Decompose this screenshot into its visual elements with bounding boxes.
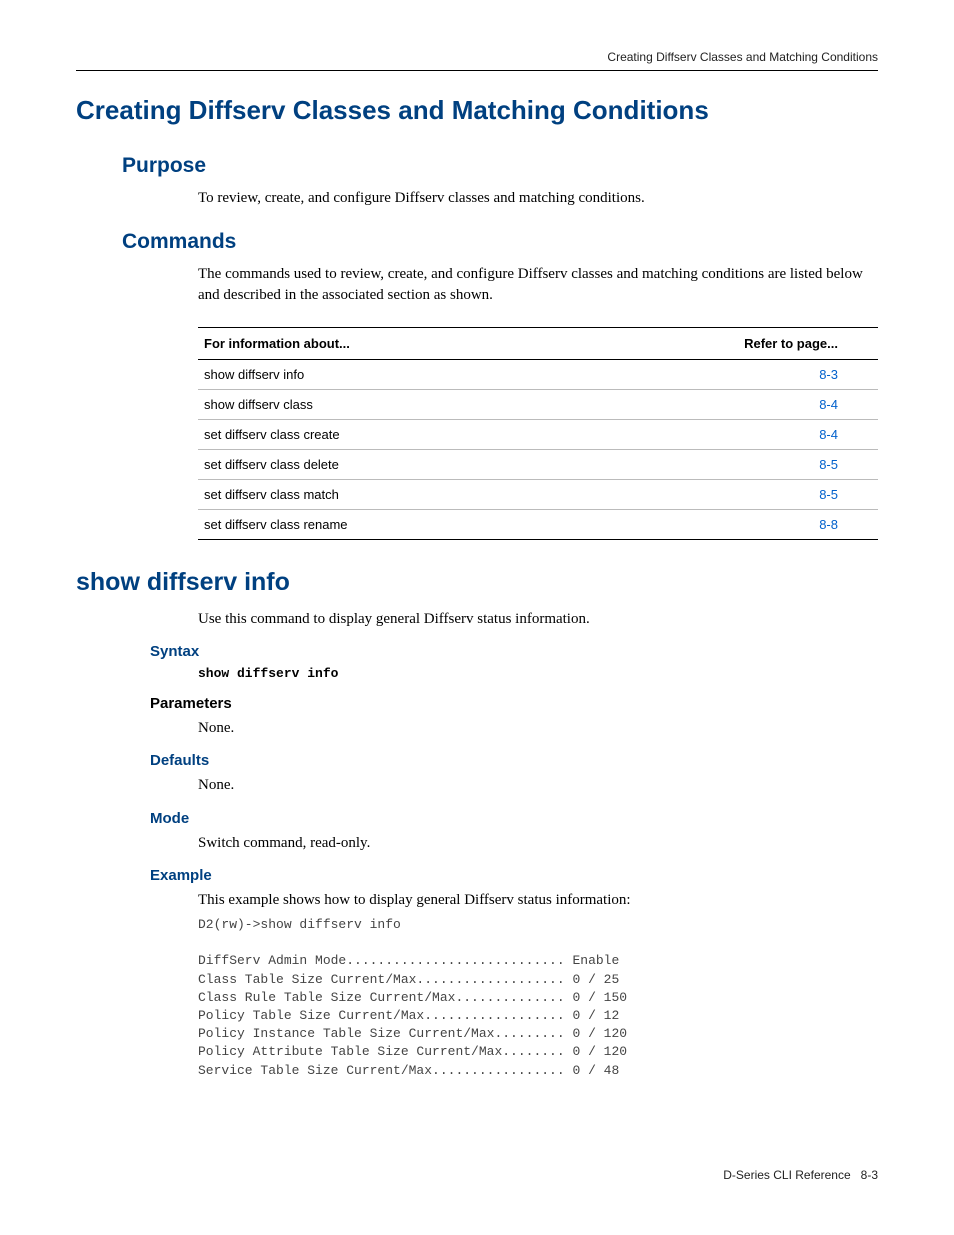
table-row: set diffserv class rename 8-8 (198, 509, 878, 539)
syntax-heading: Syntax (150, 643, 878, 660)
cmd-cell: show diffserv class (198, 389, 559, 419)
table-row: show diffserv class 8-4 (198, 389, 878, 419)
page-cell: 8-3 (559, 359, 879, 389)
page-link[interactable]: 8-5 (819, 457, 838, 472)
page-cell: 8-8 (559, 509, 879, 539)
example-heading: Example (150, 867, 878, 884)
commands-table: For information about... Refer to page..… (198, 327, 878, 540)
col-header-info: For information about... (198, 327, 559, 359)
footer-doc: D-Series CLI Reference (723, 1168, 850, 1182)
defaults-heading: Defaults (150, 752, 878, 769)
mode-text: Switch command, read-only. (198, 833, 878, 853)
page-link[interactable]: 8-8 (819, 517, 838, 532)
commands-heading: Commands (122, 230, 878, 254)
page-link[interactable]: 8-4 (819, 427, 838, 442)
cmd-cell: show diffserv info (198, 359, 559, 389)
example-intro: This example shows how to display genera… (198, 890, 878, 910)
show-diffserv-info-heading: show diffserv info (76, 568, 878, 597)
syntax-code: show diffserv info (198, 666, 878, 681)
page-cell: 8-5 (559, 479, 879, 509)
mode-heading: Mode (150, 810, 878, 827)
running-header: Creating Diffserv Classes and Matching C… (76, 50, 878, 71)
table-row: set diffserv class create 8-4 (198, 419, 878, 449)
table-row: show diffserv info 8-3 (198, 359, 878, 389)
page-link[interactable]: 8-4 (819, 397, 838, 412)
table-row: set diffserv class delete 8-5 (198, 449, 878, 479)
footer-pagenum: 8-3 (861, 1168, 878, 1182)
page-cell: 8-4 (559, 419, 879, 449)
cmd-cell: set diffserv class rename (198, 509, 559, 539)
page-cell: 8-5 (559, 449, 879, 479)
purpose-text: To review, create, and configure Diffser… (198, 188, 878, 208)
parameters-text: None. (198, 718, 878, 738)
show-info-intro: Use this command to display general Diff… (198, 609, 878, 629)
page-link[interactable]: 8-3 (819, 367, 838, 382)
cmd-cell: set diffserv class create (198, 419, 559, 449)
cmd-cell: set diffserv class delete (198, 449, 559, 479)
purpose-heading: Purpose (122, 154, 878, 178)
page-link[interactable]: 8-5 (819, 487, 838, 502)
defaults-text: None. (198, 775, 878, 795)
example-code: D2(rw)->show diffserv info DiffServ Admi… (198, 916, 878, 1080)
commands-intro: The commands used to review, create, and… (198, 264, 878, 305)
page-footer: D-Series CLI Reference 8-3 (76, 1168, 878, 1182)
col-header-page: Refer to page... (559, 327, 879, 359)
page-title: Creating Diffserv Classes and Matching C… (76, 95, 878, 126)
parameters-heading: Parameters (150, 695, 878, 712)
table-row: set diffserv class match 8-5 (198, 479, 878, 509)
page-cell: 8-4 (559, 389, 879, 419)
cmd-cell: set diffserv class match (198, 479, 559, 509)
